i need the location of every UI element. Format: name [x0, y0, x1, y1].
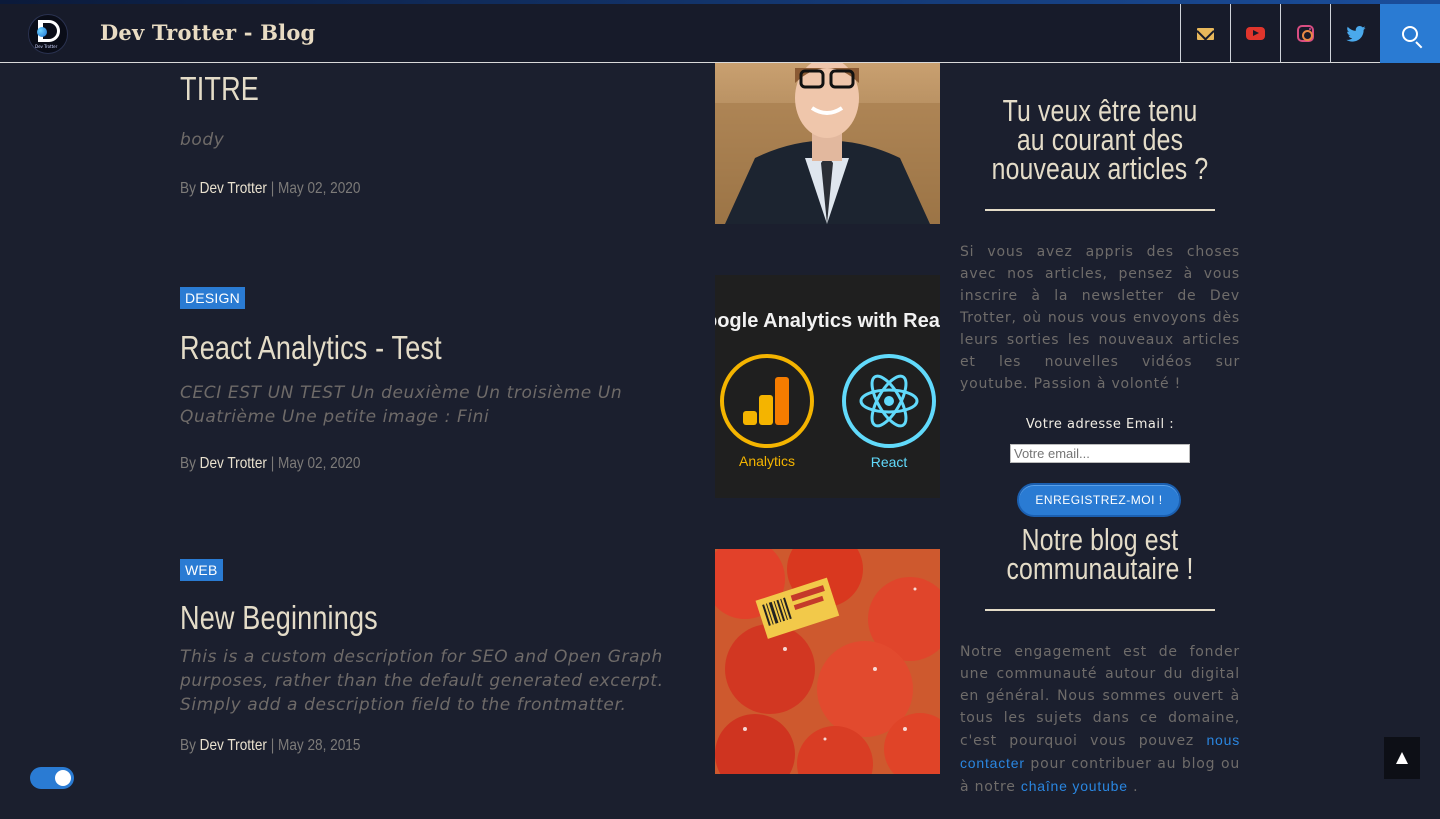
- community-text-1: Notre engagement est de fonder une commu…: [960, 644, 1240, 749]
- globe-icon: [37, 27, 47, 37]
- post-excerpt: This is a custom description for SEO and…: [180, 647, 664, 715]
- author-link[interactable]: Dev Trotter: [200, 737, 267, 754]
- by-label: By: [180, 737, 196, 754]
- search-button[interactable]: [1380, 4, 1440, 63]
- dark-mode-toggle[interactable]: [30, 767, 74, 789]
- community-title: Notre blog est communautaire !: [1006, 522, 1194, 586]
- site-title[interactable]: Dev Trotter - Blog: [100, 20, 315, 45]
- post-meta: By Dev Trotter | May 02, 2020: [180, 180, 605, 198]
- by-label: By: [180, 180, 196, 197]
- community-widget: Notre blog est communautaire ! Notre eng…: [960, 522, 1240, 798]
- email-label: Votre adresse Email :: [1025, 417, 1175, 432]
- instagram-button[interactable]: [1280, 4, 1330, 63]
- mail-button[interactable]: [1180, 4, 1230, 63]
- divider: [985, 609, 1215, 611]
- divider: [985, 209, 1215, 211]
- newsletter-widget: Tu veux être tenu au courant des nouveau…: [960, 93, 1240, 517]
- twitter-button[interactable]: [1330, 4, 1380, 63]
- post-card: DESIGN React Analytics - Test CECI EST U…: [180, 287, 680, 473]
- post-card: TITRE body By Dev Trotter | May 02, 2020: [180, 70, 680, 198]
- community-text-3: .: [1133, 779, 1139, 795]
- youtube-channel-link[interactable]: chaîne youtube: [1021, 778, 1128, 794]
- post-thumbnail[interactable]: [715, 63, 940, 224]
- mail-icon: [1197, 27, 1214, 40]
- newsletter-title: Tu veux être tenu au courant des nouveau…: [991, 93, 1209, 186]
- post-title[interactable]: React Analytics - Test: [180, 329, 590, 367]
- logo-text: Dev Trotter: [35, 44, 58, 49]
- post-date: | May 28, 2015: [270, 737, 361, 754]
- post-thumbnail[interactable]: oogle Analytics with Rea Analytics React: [715, 275, 940, 498]
- twitter-icon: [1345, 25, 1366, 42]
- post-thumbnail[interactable]: [715, 549, 940, 774]
- author-link[interactable]: Dev Trotter: [200, 455, 267, 472]
- community-text: Notre engagement est de fonder une commu…: [960, 641, 1240, 798]
- instagram-icon: [1297, 25, 1314, 42]
- thumb-left-label: Analytics: [739, 453, 795, 469]
- post-excerpt: body: [180, 130, 225, 150]
- youtube-button[interactable]: [1230, 4, 1280, 63]
- site-logo[interactable]: Dev Trotter: [28, 14, 68, 54]
- site-header: Dev Trotter Dev Trotter - Blog: [0, 4, 1440, 63]
- post-date: | May 02, 2020: [270, 455, 361, 472]
- by-label: By: [180, 455, 196, 472]
- thumb-right-label: React: [871, 454, 908, 470]
- post-excerpt: CECI EST UN TEST Un deuxième Un troisièm…: [180, 383, 623, 427]
- post-date: | May 02, 2020: [270, 180, 361, 197]
- search-icon: [1402, 25, 1418, 42]
- post-card: WEB New Beginnings This is a custom desc…: [180, 559, 680, 755]
- youtube-icon: [1246, 27, 1265, 40]
- subscribe-button[interactable]: ENREGISTREZ-MOI !: [1017, 483, 1181, 517]
- category-badge[interactable]: DESIGN: [180, 287, 245, 309]
- toggle-knob: [55, 770, 71, 786]
- post-title[interactable]: TITRE: [180, 70, 590, 108]
- post-meta: By Dev Trotter | May 28, 2015: [180, 737, 605, 755]
- author-link[interactable]: Dev Trotter: [200, 180, 267, 197]
- post-title[interactable]: New Beginnings: [180, 599, 590, 637]
- post-meta: By Dev Trotter | May 02, 2020: [180, 455, 605, 473]
- portrait-image: [715, 63, 940, 224]
- category-badge[interactable]: WEB: [180, 559, 223, 581]
- tomatoes-image: [715, 549, 940, 774]
- header-icon-bar: [1180, 4, 1440, 63]
- analytics-react-image: oogle Analytics with Rea Analytics React: [715, 275, 940, 498]
- newsletter-text: Si vous avez appris des choses avec nos …: [960, 244, 1240, 392]
- email-input[interactable]: [1010, 444, 1190, 463]
- scroll-to-top-button[interactable]: [1384, 737, 1420, 779]
- thumb-heading: oogle Analytics with Rea: [715, 310, 940, 332]
